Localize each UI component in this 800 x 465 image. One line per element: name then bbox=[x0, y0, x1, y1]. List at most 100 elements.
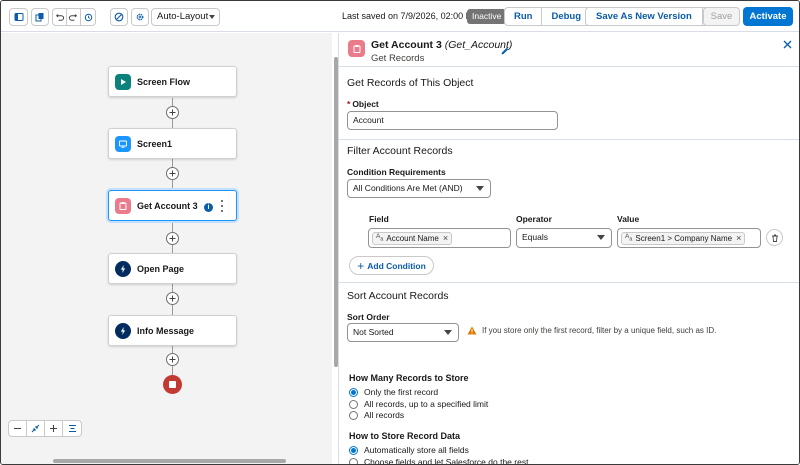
fit-view-button[interactable] bbox=[27, 421, 45, 436]
column-header-field: Field bbox=[369, 214, 389, 224]
column-header-value: Value bbox=[617, 214, 640, 224]
undo-button[interactable] bbox=[53, 9, 67, 25]
copy-icon bbox=[35, 13, 44, 22]
redo-icon bbox=[69, 13, 78, 21]
operator-select[interactable]: Equals bbox=[516, 228, 612, 248]
remove-pill-icon[interactable]: × bbox=[443, 230, 448, 247]
radio-first-record[interactable]: Only the first record bbox=[349, 387, 438, 397]
radio-button[interactable] bbox=[349, 457, 358, 464]
node-label: Get Account 3 bbox=[137, 200, 198, 211]
radio-all-records[interactable]: All records bbox=[349, 410, 404, 420]
add-element-button[interactable] bbox=[166, 232, 179, 245]
divider bbox=[339, 139, 799, 140]
run-button[interactable]: Run bbox=[505, 8, 543, 25]
radio-label: All records bbox=[364, 410, 405, 420]
layout-select-value: Auto-Layout bbox=[157, 11, 209, 22]
add-element-button[interactable] bbox=[166, 106, 179, 119]
status-badge: Inactive bbox=[467, 9, 507, 24]
sort-help-text: If you store only the first record, filt… bbox=[482, 326, 717, 335]
radio-button[interactable] bbox=[349, 399, 358, 409]
run-debug-group: Run Debug bbox=[504, 7, 592, 26]
how-store-title: How to Store Record Data bbox=[349, 431, 461, 441]
node-screen-flow[interactable]: Screen Flow bbox=[108, 66, 237, 97]
value-input[interactable]: Aa Screen1 > Company Name × bbox=[617, 228, 761, 248]
element-label: Get Account 3 bbox=[371, 39, 442, 51]
radio-button[interactable] bbox=[349, 410, 358, 420]
horizontal-scrollbar[interactable] bbox=[53, 459, 286, 463]
toolbar: Auto-Layout Last saved on 7/9/2026, 02:0… bbox=[1, 1, 799, 32]
node-open-page[interactable]: Open Page bbox=[108, 253, 237, 284]
save-button[interactable]: Save bbox=[703, 7, 740, 26]
zoom-in-button[interactable] bbox=[45, 421, 63, 436]
operator-value: Equals bbox=[522, 232, 548, 242]
warning-icon bbox=[467, 326, 477, 335]
field-pill: Aa Account Name × bbox=[372, 230, 453, 247]
text-field-icon: Aa bbox=[625, 233, 633, 243]
chevron-down-icon bbox=[476, 186, 484, 191]
record-get-icon bbox=[348, 40, 365, 57]
layout-select[interactable]: Auto-Layout bbox=[151, 8, 220, 26]
node-screen1[interactable]: Screen1 bbox=[108, 128, 237, 159]
chevron-down-icon bbox=[597, 235, 605, 240]
object-input[interactable]: Account bbox=[347, 111, 558, 130]
collapse-arrows-icon bbox=[31, 424, 40, 433]
flow-canvas[interactable]: Screen Flow Screen1 Get Account 3 i Open… bbox=[1, 33, 332, 464]
lightning-icon bbox=[115, 322, 131, 339]
history-button[interactable] bbox=[81, 9, 95, 25]
properties-panel: Get Account 3 (Get_Account) Get Records … bbox=[338, 33, 799, 464]
node-label: Screen Flow bbox=[137, 76, 191, 87]
section-title: Get Records of This Object bbox=[347, 77, 474, 89]
radio-button-selected[interactable] bbox=[349, 387, 358, 397]
radio-label: Automatically store all fields bbox=[364, 445, 469, 455]
info-icon[interactable]: i bbox=[204, 203, 213, 212]
panel-header: Get Account 3 (Get_Account) Get Records bbox=[339, 33, 799, 67]
sort-order-select[interactable]: Not Sorted bbox=[347, 323, 459, 342]
play-icon bbox=[115, 73, 131, 90]
chevron-down-icon bbox=[444, 330, 452, 335]
last-saved-text: Last saved on 7/9/2026, 02:00 PM bbox=[342, 11, 480, 21]
add-element-button[interactable] bbox=[166, 167, 179, 180]
zoom-out-button[interactable] bbox=[9, 421, 27, 436]
toggle-panel-button[interactable] bbox=[9, 8, 28, 26]
add-element-button[interactable] bbox=[166, 292, 179, 305]
add-condition-button[interactable]: + Add Condition bbox=[349, 256, 434, 275]
close-icon[interactable] bbox=[783, 40, 792, 49]
pencil-icon[interactable] bbox=[500, 46, 510, 56]
debug-button[interactable]: Debug bbox=[542, 8, 590, 25]
remove-pill-icon[interactable]: × bbox=[736, 230, 741, 247]
lightning-icon bbox=[115, 260, 131, 277]
radio-all-records-limit[interactable]: All records, up to a specified limit bbox=[349, 399, 488, 409]
zoom-controls bbox=[8, 420, 82, 437]
activate-button[interactable]: Activate bbox=[743, 7, 793, 26]
condition-requirements-select[interactable]: All Conditions Are Met (AND) bbox=[347, 179, 491, 198]
field-pill-label: Account Name bbox=[386, 234, 439, 243]
divider bbox=[339, 282, 799, 283]
errors-button[interactable] bbox=[110, 8, 128, 26]
plus-icon bbox=[169, 356, 176, 363]
plus-icon bbox=[169, 235, 176, 242]
condition-requirements-value: All Conditions Are Met (AND) bbox=[353, 183, 463, 193]
plus-icon bbox=[169, 295, 176, 302]
field-input[interactable]: Aa Account Name × bbox=[368, 228, 511, 248]
center-button[interactable] bbox=[63, 421, 81, 436]
plus-icon bbox=[169, 109, 176, 116]
node-get-account-3[interactable]: Get Account 3 bbox=[108, 190, 237, 221]
node-info-message[interactable]: Info Message bbox=[108, 315, 237, 346]
minus-icon bbox=[14, 427, 21, 430]
settings-button[interactable] bbox=[131, 8, 149, 26]
node-actions-menu[interactable] bbox=[219, 199, 225, 213]
save-as-new-version-button[interactable]: Save As New Version bbox=[586, 8, 703, 25]
copy-button[interactable] bbox=[31, 8, 49, 26]
panel-subtitle: Get Records bbox=[371, 53, 425, 64]
record-get-icon bbox=[115, 197, 131, 214]
add-element-button[interactable] bbox=[166, 353, 179, 366]
redo-button[interactable] bbox=[67, 9, 81, 25]
radio-store-all-fields[interactable]: Automatically store all fields bbox=[349, 445, 469, 455]
end-node[interactable] bbox=[163, 375, 182, 394]
radio-button-selected[interactable] bbox=[349, 445, 358, 455]
how-many-title: How Many Records to Store bbox=[349, 373, 469, 383]
delete-condition-button[interactable] bbox=[766, 229, 783, 246]
screen-icon bbox=[115, 135, 131, 152]
panel-icon bbox=[14, 13, 23, 21]
radio-choose-fields[interactable]: Choose fields and let Salesforce do the … bbox=[349, 457, 528, 464]
